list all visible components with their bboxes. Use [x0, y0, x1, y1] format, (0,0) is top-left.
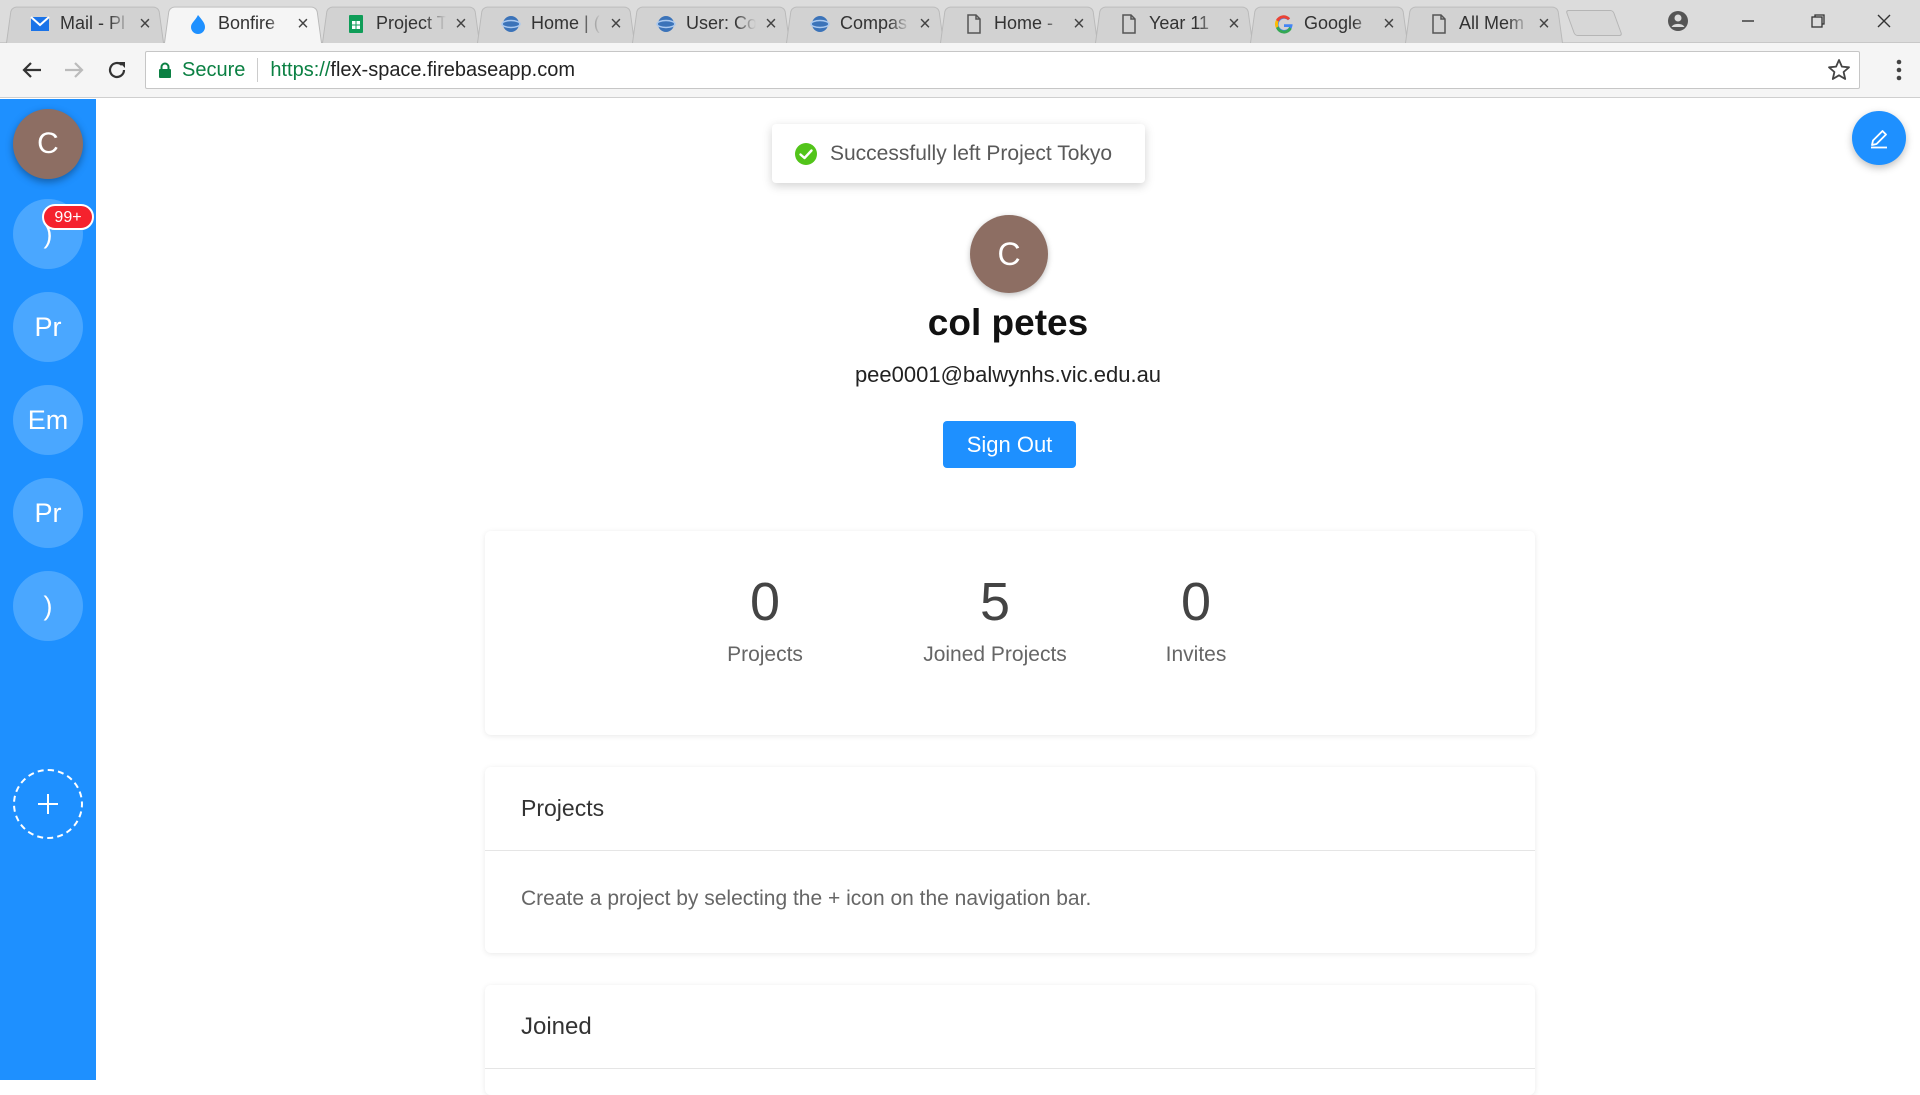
tab-title: All Mem	[1459, 13, 1525, 33]
projects-panel: Projects Create a project by selecting t…	[485, 767, 1535, 953]
tab-title: Google	[1304, 13, 1363, 33]
profile-avatar: C	[970, 215, 1048, 293]
tab-title: User: Co	[686, 13, 756, 33]
address-bar[interactable]: Secure https:// flex-space.firebaseapp.c…	[145, 51, 1860, 89]
tab-title: Compas	[840, 13, 908, 33]
stat-label: Joined Projects	[923, 643, 1067, 666]
document-icon	[1119, 13, 1139, 34]
pencil-icon	[1871, 130, 1887, 149]
main-content: Successfully left Project Tokyo C col pe…	[96, 99, 1920, 1095]
stat-projects: 0 Projects	[705, 571, 825, 667]
globe-icon	[501, 14, 521, 34]
close-icon[interactable]: ×	[1535, 14, 1553, 34]
close-icon[interactable]: ×	[607, 14, 625, 34]
profile-email: pee0001@balwynhs.vic.edu.au	[854, 362, 1162, 387]
stat-value: 0	[1180, 572, 1212, 632]
reload-icon[interactable]	[100, 53, 134, 87]
secure-label: Secure	[182, 58, 246, 81]
close-icon[interactable]: ×	[762, 14, 780, 34]
sheets-icon	[346, 14, 366, 34]
browser-tab[interactable]: Google ×	[1250, 4, 1408, 44]
stat-label: Invites	[1165, 643, 1227, 666]
new-tab-button[interactable]	[1565, 10, 1623, 36]
browser-tab[interactable]: Project T ×	[322, 4, 480, 44]
sidebar-project-item[interactable]: Pr	[13, 292, 83, 362]
profile-name: col petes	[927, 302, 1089, 343]
tab-title: Mail - Pl	[60, 13, 126, 33]
restore-icon[interactable]	[1790, 0, 1846, 42]
close-icon[interactable]: ×	[136, 14, 154, 34]
google-icon	[1274, 14, 1294, 34]
globe-icon	[810, 14, 830, 34]
browser-tab-strip: Mail - Pl × Bonfire × Project T × Home |…	[0, 0, 1920, 44]
lock-icon	[158, 62, 172, 78]
notification-badge: 99+	[42, 204, 94, 230]
tab-title: Bonfire	[218, 13, 276, 33]
minimize-icon[interactable]	[1720, 0, 1776, 42]
browser-toolbar: Secure https:// flex-space.firebaseapp.c…	[0, 43, 1920, 98]
close-icon[interactable]: ×	[1225, 14, 1243, 34]
close-icon[interactable]: ×	[1380, 14, 1398, 34]
edit-button[interactable]	[1852, 111, 1906, 165]
stat-value: 0	[749, 572, 781, 632]
close-icon[interactable]: ×	[1070, 14, 1088, 34]
globe-icon	[656, 14, 676, 34]
browser-tab[interactable]: Year 11 ×	[1095, 4, 1253, 44]
flame-icon	[188, 14, 208, 34]
stats-card: 0 Projects 5 Joined Projects 0 Invites	[485, 531, 1535, 735]
sidebar-project-item[interactable]: Em	[13, 385, 83, 455]
stat-label: Projects	[727, 643, 803, 666]
joined-panel: Joined	[485, 985, 1535, 1095]
tab-title: Home | (	[531, 13, 600, 33]
profile-icon[interactable]	[1650, 0, 1706, 42]
sidebar-project-item[interactable]: Pr	[13, 478, 83, 548]
toast-message: Successfully left Project Tokyo	[830, 141, 1113, 165]
browser-tab[interactable]: User: Co ×	[632, 4, 790, 44]
sign-out-button[interactable]: Sign Out	[943, 421, 1076, 468]
app-sidebar: C 99+ ) Pr Em Pr )	[0, 99, 96, 1080]
close-icon[interactable]: ×	[452, 14, 470, 34]
browser-tab[interactable]: All Mem ×	[1405, 4, 1563, 44]
plus-icon	[38, 794, 58, 814]
bookmark-star-icon[interactable]	[1827, 58, 1851, 88]
browser-tab[interactable]: Compas ×	[786, 4, 944, 44]
tab-title: Project T	[376, 13, 446, 33]
document-icon	[964, 13, 984, 34]
joined-panel-title: Joined	[485, 985, 1535, 1069]
browser-menu-icon[interactable]	[1896, 59, 1902, 86]
close-icon[interactable]: ×	[294, 14, 312, 34]
user-avatar[interactable]: C	[13, 109, 83, 179]
tab-title: Home -	[994, 13, 1054, 33]
tab-title: Year 11	[1149, 13, 1210, 33]
add-project-button[interactable]	[13, 769, 83, 839]
close-icon[interactable]: ×	[916, 14, 934, 34]
stat-value: 5	[979, 572, 1011, 632]
sidebar-project-item[interactable]: )	[13, 571, 83, 641]
back-arrow-icon[interactable]	[15, 53, 49, 87]
browser-tab[interactable]: Home | ( ×	[477, 4, 635, 44]
browser-tab[interactable]: Mail - Pl ×	[6, 4, 164, 44]
url-scheme: https://	[270, 58, 331, 81]
divider	[257, 58, 259, 82]
projects-panel-title: Projects	[485, 767, 1535, 851]
mail-icon	[30, 14, 50, 34]
browser-tab-active[interactable]: Bonfire ×	[164, 4, 322, 44]
stat-invites: 0 Invites	[1136, 571, 1256, 667]
success-toast: Successfully left Project Tokyo	[772, 124, 1145, 183]
url-host: flex-space.firebaseapp.com	[330, 58, 575, 81]
forward-arrow-icon[interactable]	[57, 53, 91, 87]
document-icon	[1429, 13, 1449, 34]
projects-empty-message: Create a project by selecting the + icon…	[521, 887, 1092, 910]
close-window-icon[interactable]	[1856, 0, 1912, 42]
check-circle-icon	[795, 142, 817, 165]
browser-tab[interactable]: Home - ×	[940, 4, 1098, 44]
stat-joined-projects: 5 Joined Projects	[885, 571, 1105, 667]
